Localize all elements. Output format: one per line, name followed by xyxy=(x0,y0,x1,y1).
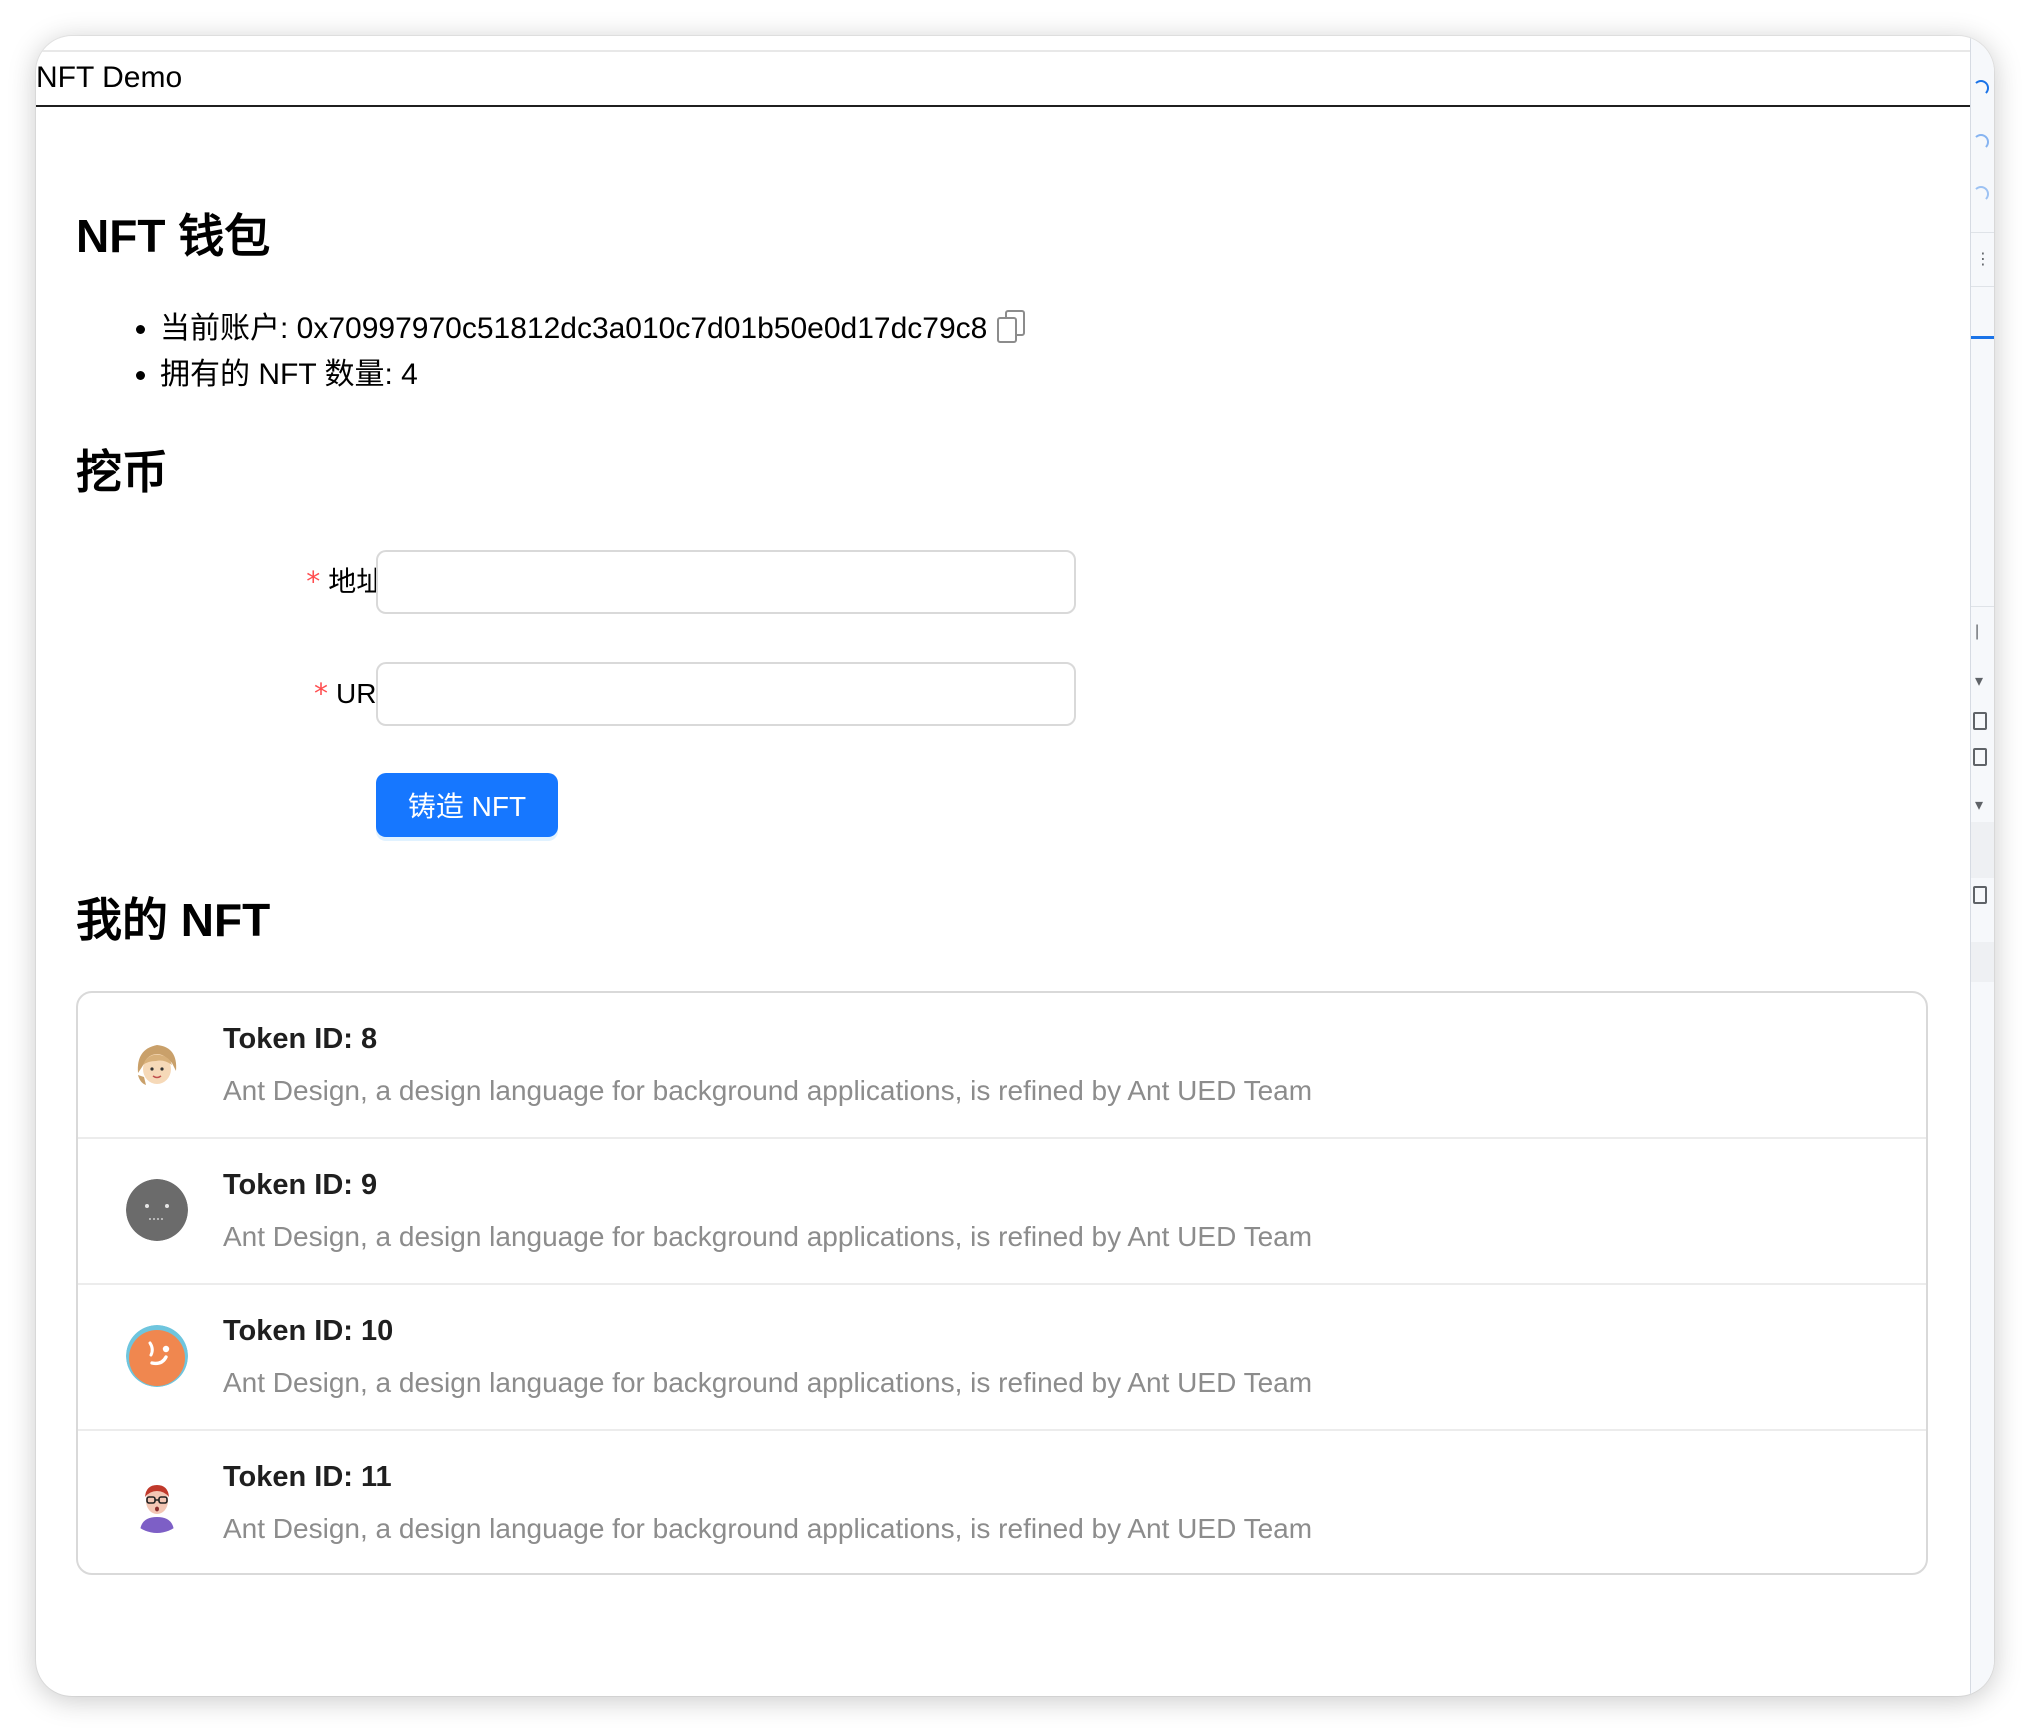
mint-heading: 挖币 xyxy=(76,446,168,498)
devtools-panel-edge: ⋮ | ▾ ▾ xyxy=(1970,36,1994,1696)
nft-description: Ant Design, a design language for backgr… xyxy=(223,1513,1313,1544)
devtools-caret-icon[interactable]: ▾ xyxy=(1975,798,1983,814)
devtools-status-icon xyxy=(1973,186,1989,202)
my-nft-heading: 我的 NFT xyxy=(76,894,271,946)
devtools-row-band xyxy=(1971,942,1994,982)
uri-form-row: *URI: xyxy=(36,662,1136,726)
list-item[interactable]: Token ID: 10 Ant Design, a design langua… xyxy=(78,1285,1926,1431)
wallet-info-list: 当前账户: 0x70997970c51812dc3a010c7d01b50e0d… xyxy=(76,306,1026,398)
header-divider xyxy=(36,105,1970,107)
uri-input[interactable] xyxy=(376,662,1076,726)
devtools-checkbox[interactable] xyxy=(1973,712,1987,730)
list-item[interactable]: Token ID: 9 Ant Design, a design languag… xyxy=(78,1139,1926,1285)
required-mark: * xyxy=(306,565,321,598)
account-address: 0x70997970c51812dc3a010c7d01b50e0d17dc79… xyxy=(296,312,988,345)
avatar-gray-face-icon xyxy=(126,1179,188,1241)
devtools-active-tab-indicator xyxy=(1971,336,1994,339)
nft-description: Ant Design, a design language for backgr… xyxy=(223,1221,1313,1252)
nft-title: Token ID: 11 xyxy=(223,1461,392,1493)
page-content: NFT Demo NFT 钱包 当前账户: 0x70997970c51812dc… xyxy=(36,36,1970,1696)
list-item[interactable]: Token ID: 11 Ant Design, a design langua… xyxy=(78,1431,1926,1573)
devtools-divider xyxy=(1971,286,1994,287)
devtools-checkbox[interactable] xyxy=(1973,748,1987,766)
balance-item: 拥有的 NFT 数量: 4 xyxy=(160,352,1025,398)
avatar-glasses-person-icon xyxy=(126,1471,188,1533)
avatar-orange-face-icon xyxy=(126,1325,188,1387)
devtools-status-icon xyxy=(1973,134,1989,150)
nft-list: Token ID: 8 Ant Design, a design languag… xyxy=(76,991,1928,1575)
nft-title: Token ID: 9 xyxy=(223,1169,378,1201)
devtools-caret-icon[interactable]: ▾ xyxy=(1975,674,1983,690)
balance-value: 4 xyxy=(401,358,418,391)
devtools-cursor-icon: | xyxy=(1975,623,1980,640)
wallet-heading: NFT 钱包 xyxy=(76,210,271,262)
required-mark: * xyxy=(313,677,328,710)
nft-title: Token ID: 10 xyxy=(223,1315,394,1347)
browser-window: NFT Demo NFT 钱包 当前账户: 0x70997970c51812dc… xyxy=(36,36,1994,1696)
nft-title: Token ID: 8 xyxy=(223,1023,378,1055)
nft-description: Ant Design, a design language for backgr… xyxy=(223,1367,1313,1398)
copy-icon[interactable] xyxy=(997,310,1026,343)
account-item: 当前账户: 0x70997970c51812dc3a010c7d01b50e0d… xyxy=(160,306,1026,352)
top-border xyxy=(36,50,1970,52)
address-input[interactable] xyxy=(376,550,1076,614)
devtools-refresh-icon xyxy=(1973,80,1989,96)
address-form-row: *地址: xyxy=(36,550,1136,614)
devtools-divider xyxy=(1971,606,1994,607)
devtools-more-icon[interactable]: ⋮ xyxy=(1975,252,1991,268)
devtools-row-band xyxy=(1971,822,1994,878)
nft-description: Ant Design, a design language for backgr… xyxy=(223,1075,1313,1106)
devtools-checkbox[interactable] xyxy=(1973,886,1987,904)
balance-label: 拥有的 NFT 数量: xyxy=(160,358,402,391)
devtools-divider xyxy=(1971,232,1994,233)
mint-nft-button[interactable]: 铸造 NFT xyxy=(376,773,558,837)
app-header-title: NFT Demo xyxy=(36,61,183,94)
list-item[interactable]: Token ID: 8 Ant Design, a design languag… xyxy=(78,993,1926,1139)
account-label: 当前账户: xyxy=(160,312,297,345)
avatar-girl-icon xyxy=(126,1033,188,1095)
